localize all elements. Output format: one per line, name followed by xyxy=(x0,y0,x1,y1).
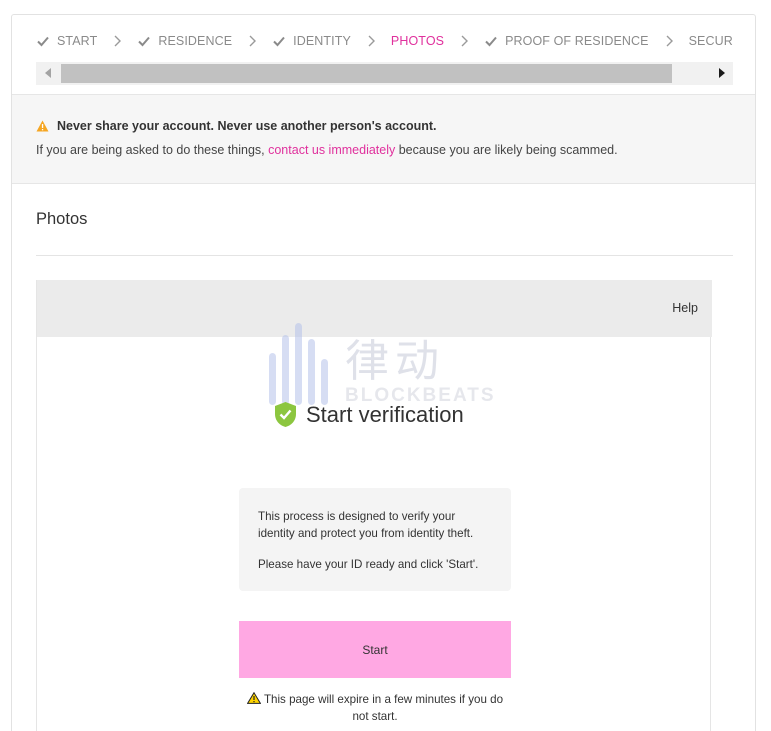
check-icon xyxy=(137,34,151,48)
step-identity[interactable]: IDENTITY xyxy=(272,34,351,48)
chevron-right-icon xyxy=(248,34,258,48)
info-paragraph: Please have your ID ready and click 'Sta… xyxy=(258,558,479,571)
step-label: PHOTOS xyxy=(390,34,445,48)
scam-warning-banner: Never share your account. Never use anot… xyxy=(12,94,755,184)
check-icon xyxy=(36,34,50,48)
verification-title-text: Start verification xyxy=(306,401,464,427)
scroll-left-icon[interactable] xyxy=(45,68,51,78)
scroll-right-icon[interactable] xyxy=(719,68,725,78)
expire-text: This page will expire in a few minutes i… xyxy=(263,693,504,723)
chevron-right-icon xyxy=(665,34,675,48)
watermark-logo xyxy=(269,323,329,405)
chevron-right-icon xyxy=(460,34,470,48)
contact-us-link[interactable]: contact us immediately xyxy=(268,143,395,157)
step-start[interactable]: START xyxy=(36,34,97,48)
step-label: RESIDENCE xyxy=(158,34,233,48)
expire-notice: This page will expire in a few minutes i… xyxy=(239,691,511,725)
warning-text: If you are being asked to do these thing… xyxy=(36,143,618,157)
shield-check-icon xyxy=(274,401,297,428)
step-label: PROOF OF RESIDENCE xyxy=(505,34,649,48)
blockbeats-watermark: 律动 BLOCKBEATS xyxy=(269,323,509,413)
warning-icon xyxy=(246,691,262,704)
step-residence[interactable]: RESIDENCE xyxy=(137,34,232,48)
warning-title: Never share your account. Never use anot… xyxy=(57,119,437,133)
chevron-right-icon xyxy=(113,34,123,48)
verification-card: START RESIDENCE IDENTITY PHOTOS PROOF OF… xyxy=(11,14,756,731)
section-title: Photos xyxy=(36,210,88,228)
start-button[interactable]: Start xyxy=(239,621,511,678)
warning-icon xyxy=(36,120,49,132)
check-icon xyxy=(272,34,286,48)
step-security[interactable]: SECURITY xyxy=(689,34,733,48)
step-label: START xyxy=(57,34,98,48)
check-icon xyxy=(484,34,498,48)
info-paragraph: This process is designed to verify your … xyxy=(258,510,474,540)
watermark-cn-text: 律动 xyxy=(345,336,445,387)
scrollbar-thumb[interactable] xyxy=(61,64,672,83)
step-photos[interactable]: PHOTOS xyxy=(391,34,444,48)
stepper: START RESIDENCE IDENTITY PHOTOS PROOF OF… xyxy=(36,32,733,50)
info-box: This process is designed to verify your … xyxy=(239,488,511,591)
divider xyxy=(36,255,733,256)
step-label: SECURITY xyxy=(688,34,733,48)
verification-widget: Help 律动 BLOCKBEATS Start verification Th… xyxy=(36,280,712,731)
chevron-right-icon xyxy=(367,34,377,48)
help-link[interactable]: Help xyxy=(672,301,698,315)
step-proof-of-residence[interactable]: PROOF OF RESIDENCE xyxy=(484,34,648,48)
verification-title: Start verification xyxy=(274,401,464,428)
step-label: IDENTITY xyxy=(293,34,351,48)
horizontal-scrollbar[interactable] xyxy=(36,62,733,85)
